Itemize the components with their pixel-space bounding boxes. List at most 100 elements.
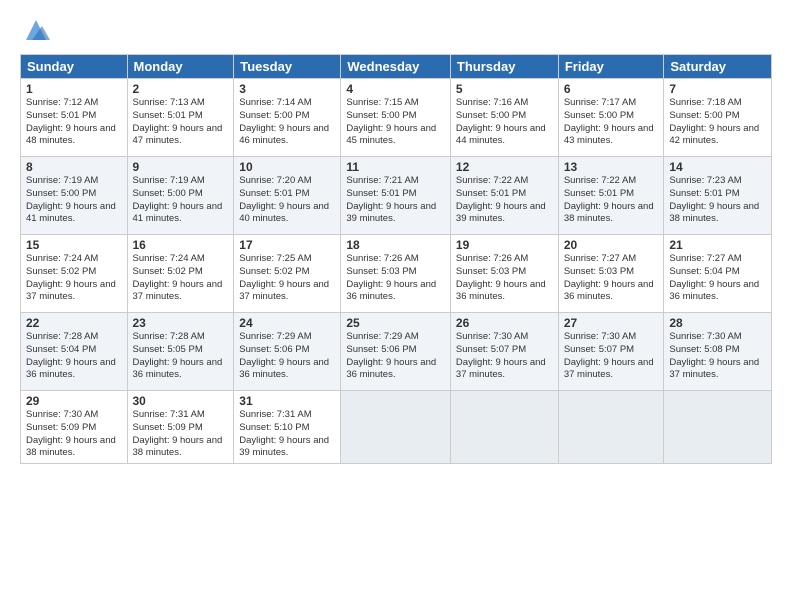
day-number: 12 xyxy=(456,160,553,174)
cell-content: Sunrise: 7:29 AM Sunset: 5:06 PM Dayligh… xyxy=(239,331,335,382)
sunrise-label: Sunrise: 7:13 AM xyxy=(133,97,205,108)
sunrise-label: Sunrise: 7:31 AM xyxy=(239,409,311,420)
calendar-cell: 2 Sunrise: 7:13 AM Sunset: 5:01 PM Dayli… xyxy=(127,79,234,157)
calendar-cell: 24 Sunrise: 7:29 AM Sunset: 5:06 PM Dayl… xyxy=(234,313,341,391)
calendar-cell: 29 Sunrise: 7:30 AM Sunset: 5:09 PM Dayl… xyxy=(21,391,128,464)
calendar-cell: 18 Sunrise: 7:26 AM Sunset: 5:03 PM Dayl… xyxy=(341,235,451,313)
day-number: 25 xyxy=(346,316,445,330)
week-row-4: 22 Sunrise: 7:28 AM Sunset: 5:04 PM Dayl… xyxy=(21,313,772,391)
calendar-cell: 1 Sunrise: 7:12 AM Sunset: 5:01 PM Dayli… xyxy=(21,79,128,157)
day-number: 23 xyxy=(133,316,229,330)
daylight-label: Daylight: 9 hours and 46 minutes. xyxy=(239,123,329,147)
sunrise-label: Sunrise: 7:27 AM xyxy=(669,253,741,264)
sunrise-label: Sunrise: 7:18 AM xyxy=(669,97,741,108)
sunset-label: Sunset: 5:01 PM xyxy=(456,188,526,199)
cell-content: Sunrise: 7:23 AM Sunset: 5:01 PM Dayligh… xyxy=(669,175,766,226)
calendar-cell: 3 Sunrise: 7:14 AM Sunset: 5:00 PM Dayli… xyxy=(234,79,341,157)
sunset-label: Sunset: 5:06 PM xyxy=(346,344,416,355)
day-number: 28 xyxy=(669,316,766,330)
sunset-label: Sunset: 5:09 PM xyxy=(26,422,96,433)
day-number: 1 xyxy=(26,82,122,96)
cell-content: Sunrise: 7:27 AM Sunset: 5:03 PM Dayligh… xyxy=(564,253,659,304)
daylight-label: Daylight: 9 hours and 37 minutes. xyxy=(456,357,546,381)
day-number: 26 xyxy=(456,316,553,330)
cell-content: Sunrise: 7:31 AM Sunset: 5:09 PM Dayligh… xyxy=(133,409,229,460)
calendar-cell: 23 Sunrise: 7:28 AM Sunset: 5:05 PM Dayl… xyxy=(127,313,234,391)
calendar-cell: 17 Sunrise: 7:25 AM Sunset: 5:02 PM Dayl… xyxy=(234,235,341,313)
week-row-2: 8 Sunrise: 7:19 AM Sunset: 5:00 PM Dayli… xyxy=(21,157,772,235)
sunrise-label: Sunrise: 7:30 AM xyxy=(669,331,741,342)
sunset-label: Sunset: 5:00 PM xyxy=(456,110,526,121)
calendar-cell: 28 Sunrise: 7:30 AM Sunset: 5:08 PM Dayl… xyxy=(664,313,772,391)
daylight-label: Daylight: 9 hours and 47 minutes. xyxy=(133,123,223,147)
day-number: 6 xyxy=(564,82,659,96)
sunrise-label: Sunrise: 7:27 AM xyxy=(564,253,636,264)
day-number: 14 xyxy=(669,160,766,174)
day-number: 3 xyxy=(239,82,335,96)
calendar-cell: 13 Sunrise: 7:22 AM Sunset: 5:01 PM Dayl… xyxy=(558,157,664,235)
day-header-wednesday: Wednesday xyxy=(341,55,451,79)
calendar-cell: 5 Sunrise: 7:16 AM Sunset: 5:00 PM Dayli… xyxy=(450,79,558,157)
sunset-label: Sunset: 5:02 PM xyxy=(133,266,203,277)
sunrise-label: Sunrise: 7:30 AM xyxy=(456,331,528,342)
daylight-label: Daylight: 9 hours and 48 minutes. xyxy=(26,123,116,147)
sunset-label: Sunset: 5:03 PM xyxy=(346,266,416,277)
header xyxy=(20,16,772,44)
calendar-cell: 22 Sunrise: 7:28 AM Sunset: 5:04 PM Dayl… xyxy=(21,313,128,391)
day-header-tuesday: Tuesday xyxy=(234,55,341,79)
daylight-label: Daylight: 9 hours and 38 minutes. xyxy=(133,435,223,459)
day-number: 13 xyxy=(564,160,659,174)
day-number: 16 xyxy=(133,238,229,252)
sunset-label: Sunset: 5:04 PM xyxy=(26,344,96,355)
sunset-label: Sunset: 5:01 PM xyxy=(346,188,416,199)
sunset-label: Sunset: 5:03 PM xyxy=(564,266,634,277)
day-number: 10 xyxy=(239,160,335,174)
day-number: 31 xyxy=(239,394,335,408)
day-number: 15 xyxy=(26,238,122,252)
day-header-monday: Monday xyxy=(127,55,234,79)
sunset-label: Sunset: 5:00 PM xyxy=(346,110,416,121)
daylight-label: Daylight: 9 hours and 39 minutes. xyxy=(239,435,329,459)
sunrise-label: Sunrise: 7:24 AM xyxy=(26,253,98,264)
cell-content: Sunrise: 7:12 AM Sunset: 5:01 PM Dayligh… xyxy=(26,97,122,148)
sunset-label: Sunset: 5:07 PM xyxy=(564,344,634,355)
sunrise-label: Sunrise: 7:29 AM xyxy=(239,331,311,342)
cell-content: Sunrise: 7:18 AM Sunset: 5:00 PM Dayligh… xyxy=(669,97,766,148)
calendar-cell: 12 Sunrise: 7:22 AM Sunset: 5:01 PM Dayl… xyxy=(450,157,558,235)
sunrise-label: Sunrise: 7:19 AM xyxy=(133,175,205,186)
calendar-cell: 27 Sunrise: 7:30 AM Sunset: 5:07 PM Dayl… xyxy=(558,313,664,391)
daylight-label: Daylight: 9 hours and 38 minutes. xyxy=(669,201,759,225)
calendar-body: 1 Sunrise: 7:12 AM Sunset: 5:01 PM Dayli… xyxy=(21,79,772,464)
sunset-label: Sunset: 5:03 PM xyxy=(456,266,526,277)
cell-content: Sunrise: 7:30 AM Sunset: 5:07 PM Dayligh… xyxy=(564,331,659,382)
cell-content: Sunrise: 7:25 AM Sunset: 5:02 PM Dayligh… xyxy=(239,253,335,304)
daylight-label: Daylight: 9 hours and 37 minutes. xyxy=(564,357,654,381)
sunset-label: Sunset: 5:00 PM xyxy=(669,110,739,121)
calendar-cell: 19 Sunrise: 7:26 AM Sunset: 5:03 PM Dayl… xyxy=(450,235,558,313)
cell-content: Sunrise: 7:13 AM Sunset: 5:01 PM Dayligh… xyxy=(133,97,229,148)
calendar-cell: 21 Sunrise: 7:27 AM Sunset: 5:04 PM Dayl… xyxy=(664,235,772,313)
sunset-label: Sunset: 5:00 PM xyxy=(26,188,96,199)
calendar-cell xyxy=(450,391,558,464)
daylight-label: Daylight: 9 hours and 37 minutes. xyxy=(26,279,116,303)
cell-content: Sunrise: 7:22 AM Sunset: 5:01 PM Dayligh… xyxy=(564,175,659,226)
page: SundayMondayTuesdayWednesdayThursdayFrid… xyxy=(0,0,792,612)
cell-content: Sunrise: 7:24 AM Sunset: 5:02 PM Dayligh… xyxy=(133,253,229,304)
calendar-cell: 11 Sunrise: 7:21 AM Sunset: 5:01 PM Dayl… xyxy=(341,157,451,235)
cell-content: Sunrise: 7:30 AM Sunset: 5:08 PM Dayligh… xyxy=(669,331,766,382)
sunrise-label: Sunrise: 7:26 AM xyxy=(456,253,528,264)
sunrise-label: Sunrise: 7:12 AM xyxy=(26,97,98,108)
sunset-label: Sunset: 5:10 PM xyxy=(239,422,309,433)
day-number: 9 xyxy=(133,160,229,174)
daylight-label: Daylight: 9 hours and 38 minutes. xyxy=(564,201,654,225)
day-number: 4 xyxy=(346,82,445,96)
sunset-label: Sunset: 5:06 PM xyxy=(239,344,309,355)
week-row-5: 29 Sunrise: 7:30 AM Sunset: 5:09 PM Dayl… xyxy=(21,391,772,464)
daylight-label: Daylight: 9 hours and 36 minutes. xyxy=(239,357,329,381)
day-number: 17 xyxy=(239,238,335,252)
cell-content: Sunrise: 7:28 AM Sunset: 5:05 PM Dayligh… xyxy=(133,331,229,382)
day-number: 27 xyxy=(564,316,659,330)
daylight-label: Daylight: 9 hours and 41 minutes. xyxy=(133,201,223,225)
calendar-cell: 15 Sunrise: 7:24 AM Sunset: 5:02 PM Dayl… xyxy=(21,235,128,313)
calendar-cell: 4 Sunrise: 7:15 AM Sunset: 5:00 PM Dayli… xyxy=(341,79,451,157)
